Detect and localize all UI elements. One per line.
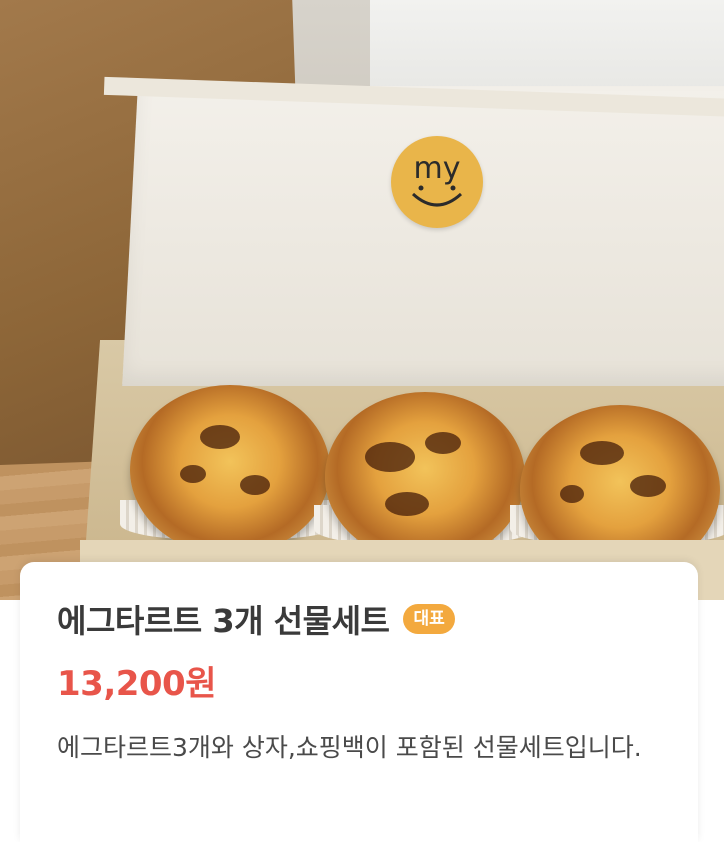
brand-sticker: my bbox=[391, 136, 483, 228]
egg-tart bbox=[325, 392, 525, 562]
title-row: 에그타르트 3개 선물세트 대표 bbox=[57, 596, 455, 642]
gift-box-lid bbox=[122, 86, 724, 386]
product-info-card: 에그타르트 3개 선물세트 대표 13,200원 에그타르트3개와 상자,쇼핑백… bbox=[20, 562, 698, 842]
product-title: 에그타르트 3개 선물세트 bbox=[57, 602, 390, 640]
representative-badge: 대표 bbox=[403, 604, 455, 634]
smiley-logo-icon: my bbox=[411, 151, 463, 207]
product-image: my bbox=[0, 0, 724, 600]
sticker-text: my bbox=[414, 151, 461, 186]
product-price: 13,200원 bbox=[57, 664, 216, 704]
egg-tart bbox=[130, 385, 330, 555]
product-description: 에그타르트3개와 상자,쇼핑백이 포함된 선물세트입니다. bbox=[57, 733, 642, 762]
